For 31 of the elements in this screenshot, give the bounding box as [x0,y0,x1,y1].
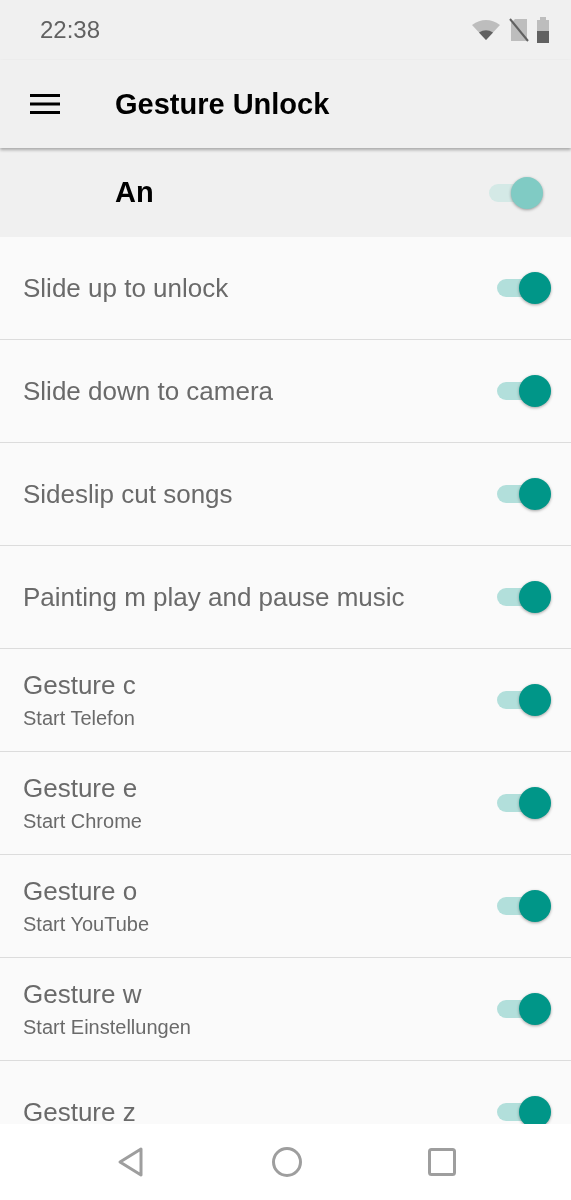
setting-title: Sideslip cut songs [23,478,233,510]
setting-title: Gesture o [23,876,139,907]
setting-title: Gesture c [23,670,136,701]
screen-title: Gesture Unlock [115,87,330,121]
battery-icon [537,17,549,43]
home-icon[interactable] [270,1146,303,1178]
recents-icon[interactable] [427,1148,456,1176]
setting-title: Slide up to unlock [23,272,229,304]
menu-icon[interactable] [30,94,60,114]
setting-title: Painting m play and pause music [23,581,405,613]
status-time: 22:38 [40,16,101,44]
toggle-switch[interactable] [497,581,551,613]
setting-subtitle: Start Einstellungen [23,1016,191,1039]
setting-subtitle: Start YouTube [23,913,150,936]
setting-title: Gesture e [23,773,139,804]
setting-title: Slide down to camera [23,375,274,407]
toggle-switch[interactable] [497,890,551,922]
toggle-switch[interactable] [497,272,551,304]
setting-title: Gesture w [23,979,143,1010]
no-sim-icon [509,18,529,42]
setting-subtitle: Start Telefon [23,707,136,730]
setting-subtitle: Start Chrome [23,810,142,833]
toggle-switch[interactable] [497,787,551,819]
setting-title: Gesture z [23,1096,136,1124]
toggle-switch[interactable] [489,176,543,209]
toggle-switch[interactable] [497,684,551,716]
toggle-switch[interactable] [497,993,551,1025]
wifi-icon [471,19,501,41]
toggle-switch[interactable] [497,478,551,510]
toggle-switch[interactable] [497,375,551,407]
master-switch-label: An [115,176,154,209]
